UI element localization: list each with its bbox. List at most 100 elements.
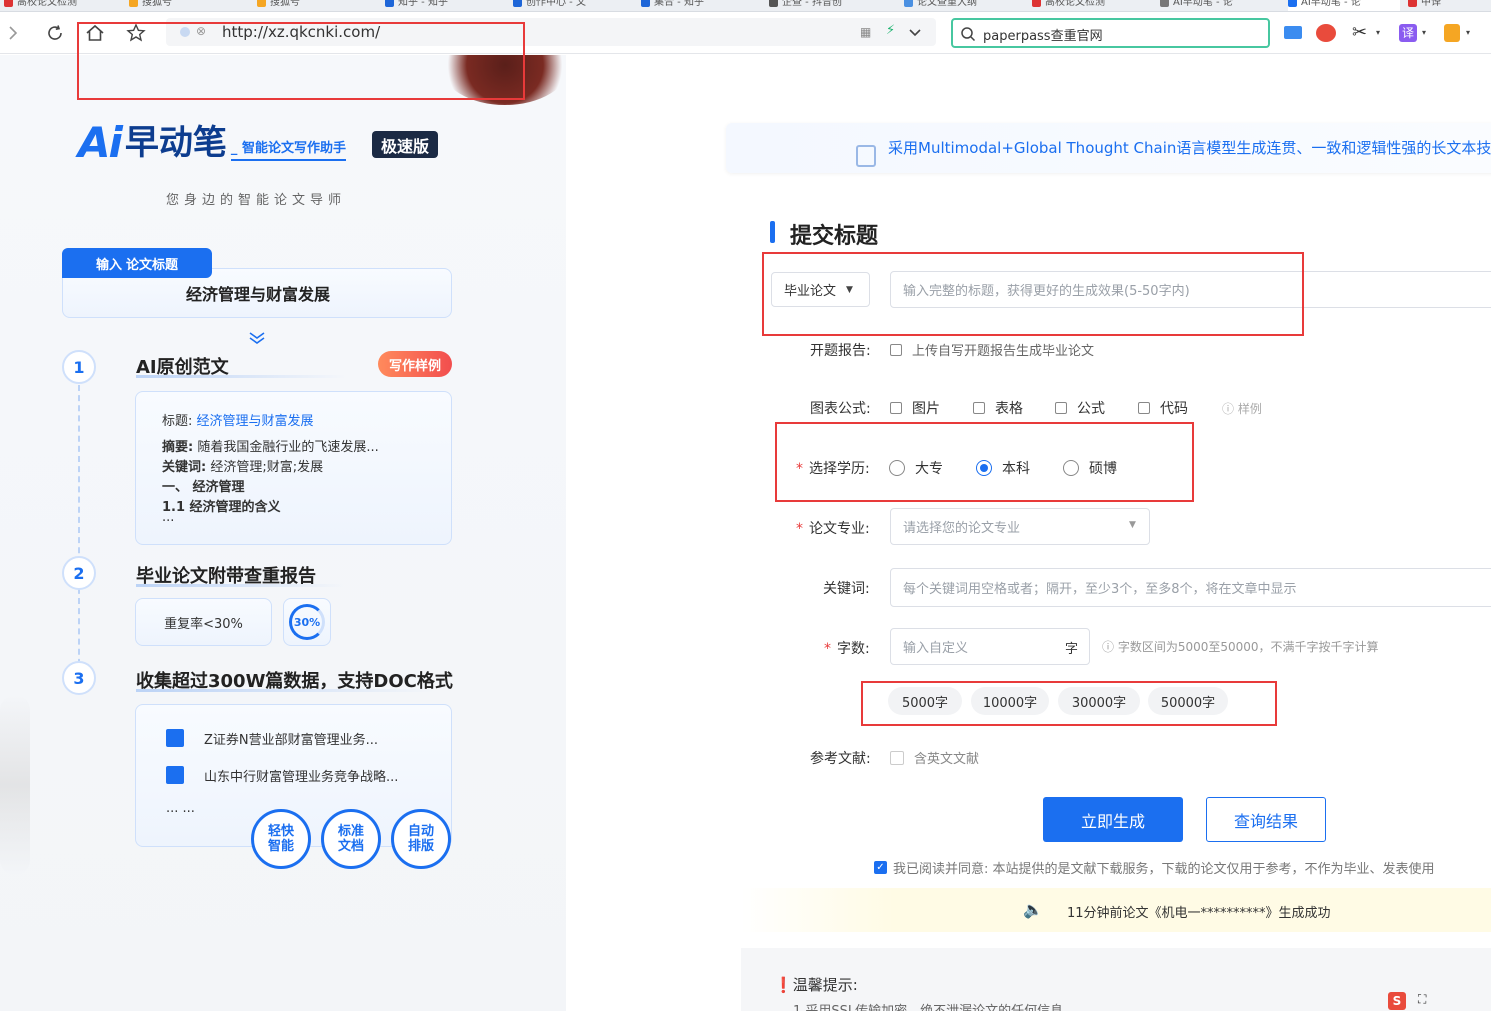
browser-tab[interactable]: 搜狐号: [257, 0, 377, 11]
browser-search-box[interactable]: paperpass查重官网: [951, 18, 1270, 48]
database-more: ... ...: [166, 801, 195, 816]
feature-light-smart: 轻快 智能: [251, 809, 311, 869]
charts-label: 图表公式:: [810, 401, 871, 417]
keywords-input[interactable]: 每个关键词用空格或者；隔开，至少3个，至多8个，将在文章中显示: [890, 568, 1491, 607]
chart-option-formula[interactable]: 公式: [1055, 398, 1105, 418]
chevron-down-icon[interactable]: [908, 24, 922, 43]
word-option-5000[interactable]: 5000字: [888, 687, 962, 715]
chart-option-table[interactable]: 表格: [973, 398, 1023, 418]
sample-outline-2: 1.1 经济管理的含义: [162, 500, 281, 515]
browser-tab[interactable]: 企查 - 抖音创: [769, 0, 896, 11]
browser-tab[interactable]: 高校论文检测: [4, 0, 121, 11]
browser-tab[interactable]: 搜狐号: [129, 0, 249, 11]
chart-option-image[interactable]: 图片: [890, 398, 940, 418]
paper-title-input[interactable]: 输入完整的标题，获得更好的生成效果(5-50字内): [890, 271, 1491, 308]
tab-favicon-icon: [513, 0, 522, 7]
browser-tab[interactable]: 高校论文检测: [1032, 0, 1152, 11]
tech-banner: 采用Multimodal+Global Thought Chain语言模型生成连…: [726, 123, 1491, 173]
browser-tab[interactable]: 论文查重大纲: [904, 0, 1024, 11]
word-option-10000[interactable]: 10000字: [971, 687, 1049, 715]
home-icon[interactable]: [84, 22, 106, 44]
expand-icon[interactable]: ⛶: [1418, 992, 1426, 1007]
address-bar[interactable]: ⊗ http://xz.qkcnki.com/ ▦ ⚡: [166, 18, 936, 46]
mail-icon[interactable]: [1284, 26, 1302, 39]
logo-ai-mark: Ai: [78, 118, 123, 167]
tab-label: 搜狐号: [142, 0, 172, 8]
qr-code-icon[interactable]: ▦: [860, 25, 871, 39]
major-select[interactable]: 请选择您的论文专业 ▼: [890, 508, 1150, 545]
site-info-icon[interactable]: [180, 27, 190, 37]
weibo-icon[interactable]: [1316, 24, 1336, 42]
sample-keywords-line: 关键词: 经济管理;财富;发展: [162, 460, 324, 475]
word-count-input[interactable]: 输入自定义 字: [890, 628, 1090, 665]
input-title-tag: 输入 论文标题: [62, 248, 212, 278]
step-1-underline: [136, 375, 346, 378]
tab-label: 创作中心 - 文: [526, 0, 586, 8]
chart-option-code[interactable]: 代码: [1138, 398, 1188, 418]
scissors-dropdown-icon[interactable]: ▾: [1376, 28, 1380, 37]
sample-outline-1: 一、 经济管理: [162, 480, 245, 495]
tab-favicon-icon: [1408, 0, 1417, 7]
generation-notice-bar: 🔈 11分钟前论文《机电一**********》生成成功: [741, 888, 1491, 932]
lightning-icon[interactable]: ⚡: [886, 23, 895, 38]
left-intro-panel: Ai 早动笔 _ 智能论文写作助手 极速版 您身边的智能论文导师 经济管理与财富…: [0, 55, 566, 1011]
browser-tab[interactable]: 创作中心 - 文: [513, 0, 633, 11]
feature-standard-doc: 标准 文档: [321, 809, 381, 869]
url-text[interactable]: http://xz.qkcnki.com/: [222, 23, 380, 41]
major-label: * 论文专业:: [796, 521, 870, 537]
translate-icon[interactable]: 译: [1399, 24, 1417, 42]
keywords-label: 关键词:: [823, 581, 870, 597]
word-option-50000[interactable]: 50000字: [1148, 687, 1228, 715]
decorative-streak: [0, 695, 30, 875]
chart-example-link[interactable]: ⓘ 样例: [1222, 400, 1262, 417]
checked-icon[interactable]: ✓: [874, 861, 887, 874]
document-icon: [166, 729, 184, 747]
tab-label: 企查 - 抖音创: [782, 0, 842, 8]
browser-tab[interactable]: 集合 - 知乎: [641, 0, 761, 11]
title-example-value: 经济管理与财富发展: [185, 285, 330, 304]
browser-tab[interactable]: AI早动笔 - 论: [1288, 0, 1400, 11]
tab-label: 搜狐号: [270, 0, 300, 8]
browser-toolbar: ⊗ http://xz.qkcnki.com/ ▦ ⚡ paperpass查重官…: [0, 12, 1491, 54]
generate-button[interactable]: 立即生成: [1043, 797, 1183, 842]
writing-sample-badge[interactable]: 写作样例: [378, 351, 452, 377]
tab-label: 高校论文检测: [1045, 0, 1105, 8]
tab-favicon-icon: [4, 0, 13, 7]
paper-type-select[interactable]: 毕业论文 ▼: [771, 272, 870, 307]
tab-label: AI早动笔 - 论: [1173, 0, 1233, 8]
step-3-underline: [136, 689, 436, 692]
search-query-text[interactable]: paperpass查重官网: [983, 25, 1103, 44]
step-3-number: 3: [62, 661, 96, 695]
translate-dropdown-icon[interactable]: ▾: [1422, 28, 1426, 37]
shield-extension-icon[interactable]: [1444, 24, 1460, 42]
bookmark-star-icon[interactable]: [125, 22, 147, 44]
forward-icon[interactable]: [2, 22, 24, 44]
browser-tab[interactable]: AI早动笔 - 论: [1160, 0, 1280, 11]
sogou-input-icon[interactable]: S: [1388, 992, 1406, 1010]
edu-option-master-doctor[interactable]: 硕博: [1063, 458, 1117, 478]
decorative-blob: [440, 55, 566, 105]
extension-dropdown-icon[interactable]: ▾: [1466, 28, 1470, 37]
browser-tab[interactable]: 知乎 - 知乎: [385, 0, 505, 11]
tab-favicon-icon: [1160, 0, 1169, 7]
speaker-icon: 🔈: [1023, 900, 1043, 919]
tab-favicon-icon: [1288, 0, 1297, 7]
word-option-30000[interactable]: 30000字: [1058, 687, 1140, 715]
browser-tab[interactable]: 中译: [1408, 0, 1460, 11]
proposal-checkbox[interactable]: 上传自写开题报告生成毕业论文: [890, 340, 1094, 359]
caret-down-icon: ▼: [1129, 520, 1136, 530]
sample-abstract-line: 摘要: 随着我国金融行业的飞速发展...: [162, 440, 379, 455]
tab-label: 知乎 - 知乎: [398, 0, 448, 8]
database-doc-2: 山东中行财富管理业务竞争战略...: [204, 770, 399, 785]
duplicate-rate-card: 重复率<30%: [135, 598, 272, 646]
query-result-button[interactable]: 查询结果: [1206, 797, 1326, 842]
reload-icon[interactable]: [44, 22, 66, 44]
edu-option-bachelor[interactable]: 本科: [976, 458, 1030, 478]
brand-logo: Ai 早动笔 _ 智能论文写作助手: [78, 121, 346, 165]
english-references-checkbox[interactable]: 含英文文献: [890, 748, 979, 767]
agreement-checkbox[interactable]: ✓ 我已阅读并同意: 本站提供的是文献下载服务，下载的论文仅用于参考，不作为毕业…: [874, 858, 1435, 877]
scissors-icon[interactable]: ✂: [1352, 22, 1367, 43]
form-heading: 提交标题: [790, 224, 879, 249]
word-count-unit: 字: [1065, 642, 1079, 657]
edu-option-junior-college[interactable]: 大专: [889, 458, 943, 478]
